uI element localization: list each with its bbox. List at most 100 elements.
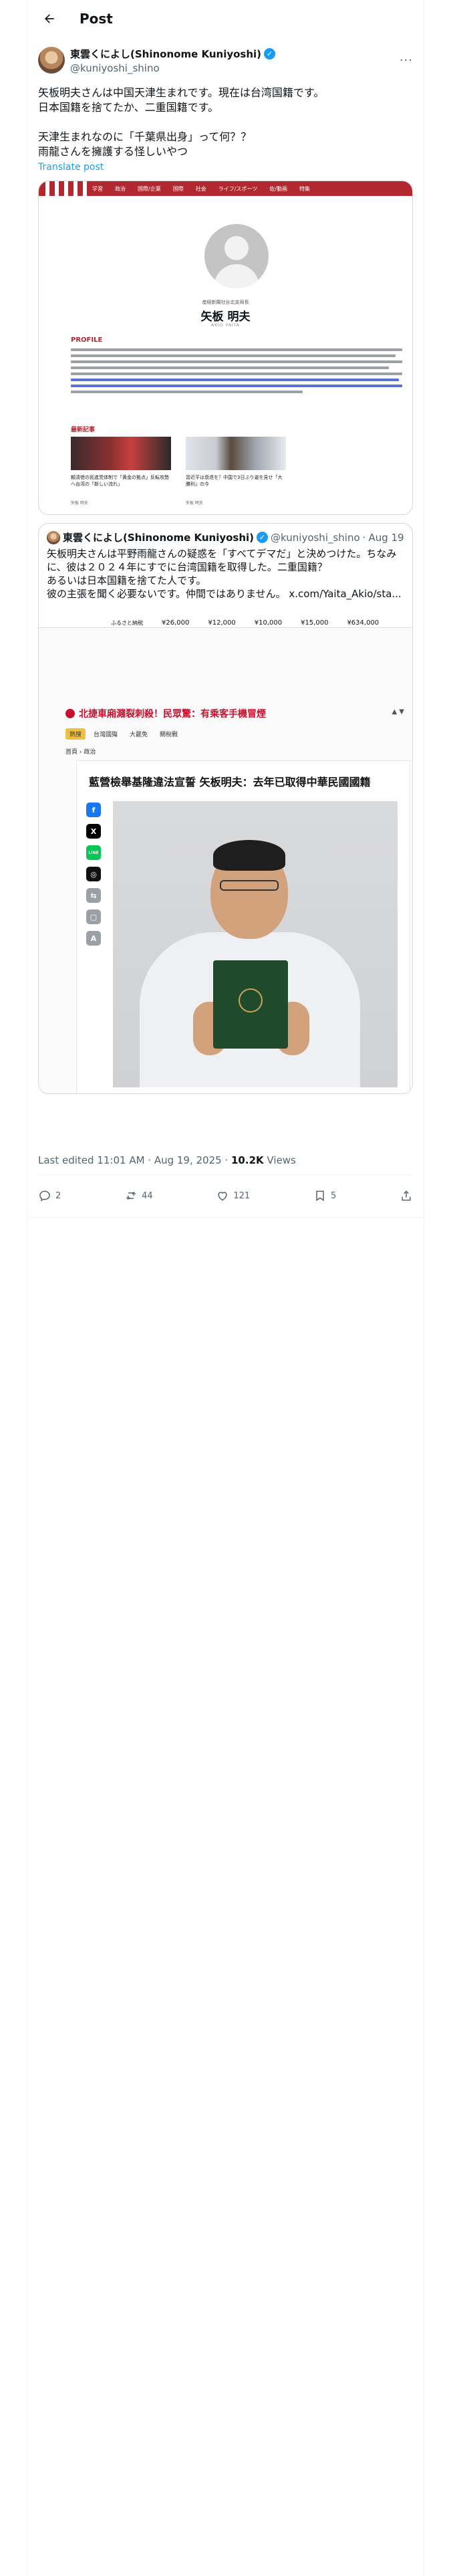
related-label: 最新記事: [71, 427, 96, 433]
nav-item: 政治: [115, 185, 126, 192]
print-icon: ▢: [86, 909, 101, 924]
quoted-author: 東雲くによし(Shinonome Kuniyoshi) ✓ @kuniyoshi…: [39, 524, 412, 544]
author-avatar[interactable]: [38, 47, 65, 74]
divider: [38, 1174, 413, 1175]
profile-label: PROFILE: [71, 336, 103, 344]
action-bar: 2 44 121 5: [38, 1180, 413, 1212]
banner-nav-arrows-icon: ▲ ▼: [392, 708, 404, 716]
quoted-avatar: [47, 530, 60, 544]
price-item: ¥15,000: [301, 619, 329, 627]
tweet-line: 天津生まれなのに「千葉県出身」って何？？: [38, 130, 252, 143]
divider: [27, 1217, 424, 1218]
repost-button[interactable]: 44: [124, 1189, 153, 1202]
quoted-date: Aug 19: [368, 531, 404, 544]
bookmark-button[interactable]: 5: [313, 1189, 336, 1202]
article-title: 藍營檢舉基隆違法宣誓 矢板明夫：去年已取得中華民國國籍: [89, 776, 371, 788]
quoted-text: 矢板明夫さんは平野雨龍さんの疑惑を「すべてデマだ」と決めつけた。ちなみに、彼は２…: [39, 544, 412, 601]
author-name[interactable]: 東雲くによし(Shinonome Kuniyoshi): [70, 47, 261, 61]
price-strip: ふるさと納税 ¥26,000 ¥12,000 ¥10,000 ¥15,000 ¥…: [39, 619, 412, 628]
tweet-line: [38, 115, 413, 130]
views-label: Views: [263, 1154, 296, 1166]
quoted-name: 東雲くによし(Shinonome Kuniyoshi): [63, 532, 255, 544]
quoted-line: 矢板明夫さんは平野雨龍さんの疑惑を「すべてデマだ」と決めつけた。ちなみに、彼は２…: [47, 548, 397, 573]
price-item: ¥634,000: [347, 619, 380, 627]
related-caption: 習近平は衰退を？中国で3日ぶり姿を見せ「大勝利」の今: [186, 475, 283, 487]
like-count: 121: [233, 1190, 251, 1201]
profile-placeholder-avatar: [204, 224, 269, 288]
top-bar: Post: [27, 0, 424, 37]
tweet-line: 雨龍さんを擁護する怪しいやつ: [38, 145, 188, 158]
news-article: 藍營檢舉基隆違法宣誓 矢板明夫：去年已取得中華民國國籍 f X LINE ◎ ⇆…: [76, 760, 410, 1093]
repost-count: 44: [142, 1190, 153, 1201]
main-column: Post 東雲くによし(Shinonome Kuniyoshi) ✓ @kuni…: [27, 0, 424, 2576]
topic-tags: 熱搜 台灣國殤 大罷免 關稅戰: [65, 728, 182, 740]
profile-text-block: [71, 348, 402, 397]
verified-badge-icon: ✓: [257, 532, 269, 543]
quoted-link[interactable]: x.com/Yaita_Akio/sta...: [289, 588, 401, 600]
price-item: ¥26,000: [162, 619, 190, 627]
bookmark-count: 5: [330, 1190, 337, 1201]
nav-item: ライフ/スポーツ: [218, 185, 258, 192]
reply-button[interactable]: 2: [38, 1189, 61, 1202]
view-count: 10.2K: [231, 1154, 264, 1166]
nav-item: 国際/企業: [138, 185, 161, 192]
translate-post-link[interactable]: Translate post: [27, 159, 424, 173]
quoted-line-text: 彼の主張を聞く必要ないです。仲間ではありません。: [47, 588, 286, 600]
nav-item: 国際: [172, 185, 184, 192]
bookmark-icon: [316, 1190, 324, 1202]
breaking-news-banner: 北捷車廂濺裂刺殺！民眾驚：有乘客手機冒煙: [65, 707, 266, 720]
line-icon: LINE: [86, 845, 101, 860]
topic-tag: 大罷免: [130, 732, 148, 738]
repost-icon: [126, 1191, 136, 1200]
site-nav-bar: 学習 政治 国際/企業 国際 社会 ライフ/スポーツ 佐/動画 特集: [39, 181, 412, 196]
quoted-line: 彼の主張を聞く必要ないです。仲間ではありません。 x.com/Yaita_Aki…: [47, 587, 404, 601]
banner-text: 北捷車廂濺裂刺殺！民眾驚：有乘客手機冒煙: [79, 709, 266, 720]
quoted-image-news[interactable]: ふるさと納税 ¥26,000 ¥12,000 ¥10,000 ¥15,000 ¥…: [39, 619, 412, 1093]
related-thumbnail: [71, 437, 171, 470]
reply-icon: [39, 1190, 50, 1202]
profile-name: 矢板 明夫: [200, 310, 251, 324]
topic-tag: 熱搜: [65, 728, 86, 740]
related-caption: 頼清徳の民進党体制で「黄金の拠点」反転攻勢へ台湾の「新しい流れ」: [71, 475, 169, 487]
related-thumbnail: [186, 437, 286, 470]
reply-count: 2: [55, 1190, 61, 1201]
topic-tag: 台灣國殤: [94, 732, 118, 738]
price-label: ふるさと納税: [111, 619, 143, 626]
related-meta: 矢板 明夫: [71, 501, 88, 506]
nav-item: 社会: [195, 185, 206, 192]
topic-tag: 關稅戰: [160, 732, 178, 738]
facebook-icon: f: [86, 802, 101, 817]
copy-link-icon: ⇆: [86, 888, 101, 903]
tweet-text: 矢板明夫さんは中国天津生まれです。現在は台湾国籍です。 日本国籍を捨てたか、二重…: [27, 78, 424, 159]
post-meta: Last edited 11:01 AM · Aug 19, 2025 · 10…: [38, 1154, 296, 1166]
tweet-author: 東雲くによし(Shinonome Kuniyoshi) ✓ @kuniyoshi…: [27, 37, 424, 78]
edited-timestamp[interactable]: Last edited 11:01 AM · Aug 19, 2025 ·: [38, 1154, 231, 1166]
attached-image-profile[interactable]: 学習 政治 国際/企業 国際 社会 ライフ/スポーツ 佐/動画 特集 産経新聞社…: [38, 181, 413, 515]
share-icon: [402, 1190, 411, 1201]
nav-item: 特集: [299, 185, 310, 192]
back-button[interactable]: [38, 7, 61, 30]
threads-icon: ◎: [86, 867, 101, 881]
article-photo: [113, 801, 398, 1087]
quoted-handle: @kuniyoshi_shino: [271, 531, 360, 544]
price-item: ¥10,000: [254, 619, 283, 627]
nav-item: 佐/動画: [269, 185, 287, 192]
font-size-icon: A: [86, 931, 101, 946]
arrow-left-icon: [45, 14, 54, 23]
like-button[interactable]: 121: [216, 1189, 250, 1202]
page-title: Post: [80, 11, 113, 27]
more-options-icon[interactable]: ···: [400, 53, 413, 68]
share-button[interactable]: [400, 1189, 413, 1202]
quoted-line: あるいは日本国籍を捨てた人です。: [47, 574, 206, 586]
passport-image: [213, 960, 288, 1049]
share-icon-column: f X LINE ◎ ⇆ ▢ A: [86, 802, 101, 952]
related-meta: 矢板 明夫: [186, 501, 203, 506]
profile-romaji: AKIO YAITA: [211, 323, 240, 328]
heart-icon: [218, 1192, 227, 1201]
quoted-tweet[interactable]: 東雲くによし(Shinonome Kuniyoshi) ✓ @kuniyoshi…: [38, 523, 413, 1094]
tweet-line: 日本国籍を捨てたか、二重国籍です。: [38, 101, 219, 114]
price-item: ¥12,000: [208, 619, 236, 627]
nav-item: 学習: [92, 185, 103, 192]
verified-badge-icon: ✓: [264, 47, 276, 60]
author-handle[interactable]: @kuniyoshi_shino: [70, 62, 400, 74]
